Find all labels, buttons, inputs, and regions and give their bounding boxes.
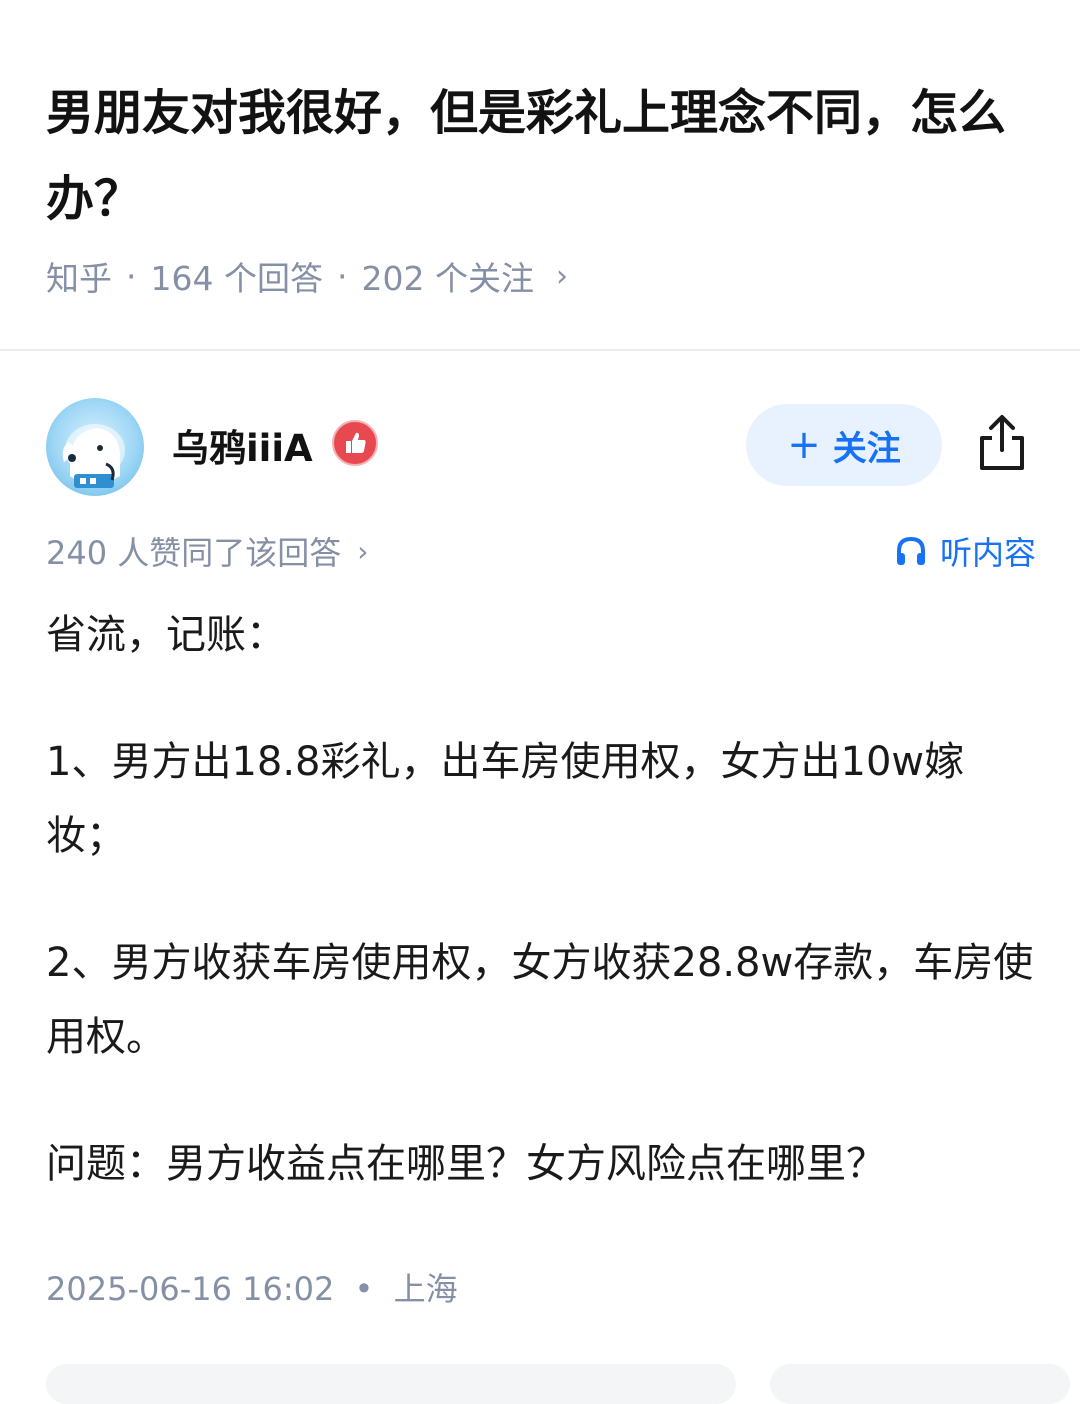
divider — [0, 349, 1080, 351]
answer-meta: 2025-06-16 16:02 • 上海 — [46, 1264, 458, 1310]
answer-paragraph: 1、男方出18.8彩礼，出车房使用权，女方出10w嫁妆； — [46, 739, 965, 859]
listen-label: 听内容 — [939, 534, 1036, 572]
chevron-right-icon: › — [555, 258, 568, 294]
plus-icon: + — [787, 422, 821, 468]
thumbs-up-badge-icon — [332, 420, 378, 466]
answer-date: 2025-06-16 16:02 — [46, 1270, 335, 1308]
headphones-icon — [896, 536, 925, 565]
bottom-action-bar[interactable] — [46, 1364, 736, 1404]
author-row: 乌鸦iiiA + 关注 — [46, 398, 1036, 496]
share-button[interactable] — [974, 412, 1030, 474]
question-title: 男朋友对我很好，但是彩礼上理念不同，怎么办？ — [46, 85, 1007, 227]
author-name[interactable]: 乌鸦iiiA — [172, 418, 313, 472]
bottom-action-bar[interactable] — [770, 1364, 1070, 1404]
share-icon — [980, 415, 1024, 470]
meta-separator: · — [126, 256, 137, 296]
avatar-dog-icon — [62, 424, 125, 488]
meta-separator: · — [336, 256, 348, 296]
question-meta[interactable]: 知乎 · 164 个回答 · 202 个关注 › — [46, 252, 568, 300]
votes-text: 240 人赞同了该回答 — [46, 534, 342, 572]
answer-paragraph: 省流，记账： — [46, 612, 286, 658]
meta-separator: • — [354, 1270, 374, 1308]
avatar[interactable] — [46, 398, 144, 496]
followers-count: 202 个关注 — [361, 259, 534, 298]
chevron-right-icon: › — [357, 534, 369, 568]
source-label: 知乎 — [46, 259, 112, 298]
answers-count: 164 个回答 — [150, 259, 323, 298]
follow-label: 关注 — [832, 428, 901, 469]
votes-link[interactable]: 240 人赞同了该回答 › — [46, 528, 368, 574]
listen-button[interactable]: 听内容 — [894, 528, 1036, 574]
answer-paragraph: 问题：男方收益点在哪里？女方风险点在哪里？ — [46, 1141, 886, 1187]
follow-button[interactable]: + 关注 — [746, 404, 942, 486]
answer-paragraph: 2、男方收获车房使用权，女方收获28.8w存款，车房使用权。 — [46, 940, 1034, 1060]
answer-location: 上海 — [393, 1270, 458, 1308]
answer-content: 省流，记账： 1、男方出18.8彩礼，出车房使用权，女方出10w嫁妆； 2、男方… — [46, 598, 1036, 1254]
